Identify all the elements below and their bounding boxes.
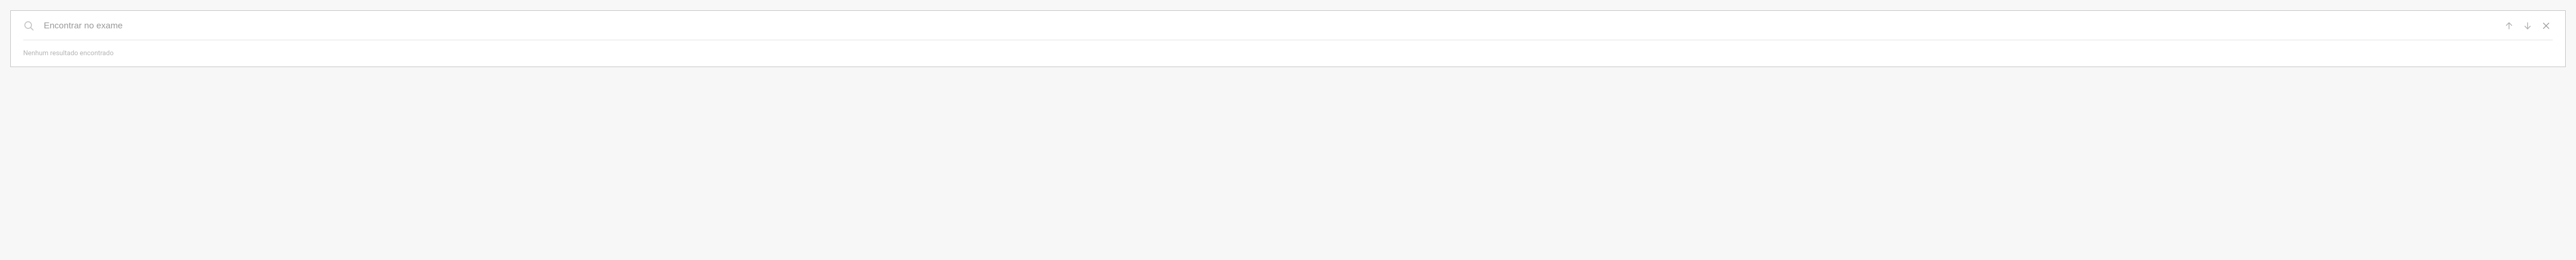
search-row-wrapper	[11, 11, 2565, 40]
no-results-text: Nenhum resultado encontrado	[23, 50, 114, 57]
find-in-exam-panel: Nenhum resultado encontrado	[10, 10, 2566, 67]
arrow-down-icon[interactable]	[2523, 21, 2532, 30]
search-input[interactable]	[44, 21, 2504, 31]
search-content	[23, 15, 2553, 40]
search-icon	[23, 20, 35, 31]
arrow-up-icon[interactable]	[2504, 21, 2514, 30]
close-icon[interactable]	[2541, 21, 2551, 30]
status-row: Nenhum resultado encontrado	[11, 40, 2565, 67]
nav-icons	[2504, 21, 2553, 30]
